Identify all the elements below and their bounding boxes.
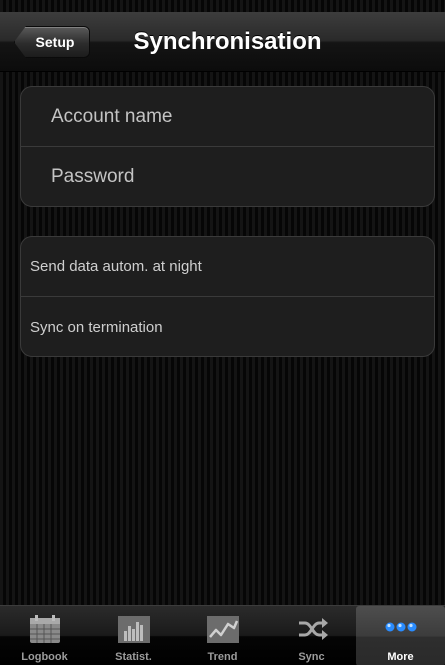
tab-bar: Logbook Statist. Trend Sync More: [0, 605, 445, 665]
tab-logbook[interactable]: Logbook: [0, 606, 89, 665]
calendar-icon: [29, 615, 60, 643]
account-name-field[interactable]: [51, 105, 391, 128]
account-section: [20, 86, 435, 207]
option-sync-on-termination[interactable]: Sync on termination: [21, 297, 434, 356]
sync-options-section: Send data autom. at night Sync on termin…: [20, 236, 435, 357]
password-field[interactable]: [51, 166, 391, 188]
page-title: Synchronisation: [133, 28, 322, 55]
tab-label: Trend: [207, 651, 238, 663]
option-send-at-night[interactable]: Send data autom. at night: [21, 237, 434, 297]
tab-label: Sync: [298, 651, 325, 663]
shuffle-icon: [298, 618, 328, 640]
navigation-bar: Setup Synchronisation: [0, 12, 445, 72]
tab-statist[interactable]: Statist.: [89, 606, 178, 665]
tab-sync[interactable]: Sync: [267, 606, 356, 665]
password-cell: [21, 147, 434, 206]
account-name-cell: [21, 87, 434, 147]
trend-line-icon: [206, 616, 239, 643]
more-dots-icon: [385, 622, 416, 632]
tab-label: Logbook: [21, 651, 68, 663]
tab-more[interactable]: More: [356, 606, 445, 665]
option-label: Sync on termination: [30, 318, 163, 336]
tab-label: More: [387, 651, 414, 663]
tab-trend[interactable]: Trend: [178, 606, 267, 665]
option-label: Send data autom. at night: [30, 258, 202, 275]
screen: Setup Synchronisation Send data autom. a…: [0, 0, 445, 665]
bar-chart-icon: [117, 616, 150, 643]
back-button[interactable]: Setup: [14, 26, 90, 58]
tab-label: Statist.: [115, 651, 152, 663]
